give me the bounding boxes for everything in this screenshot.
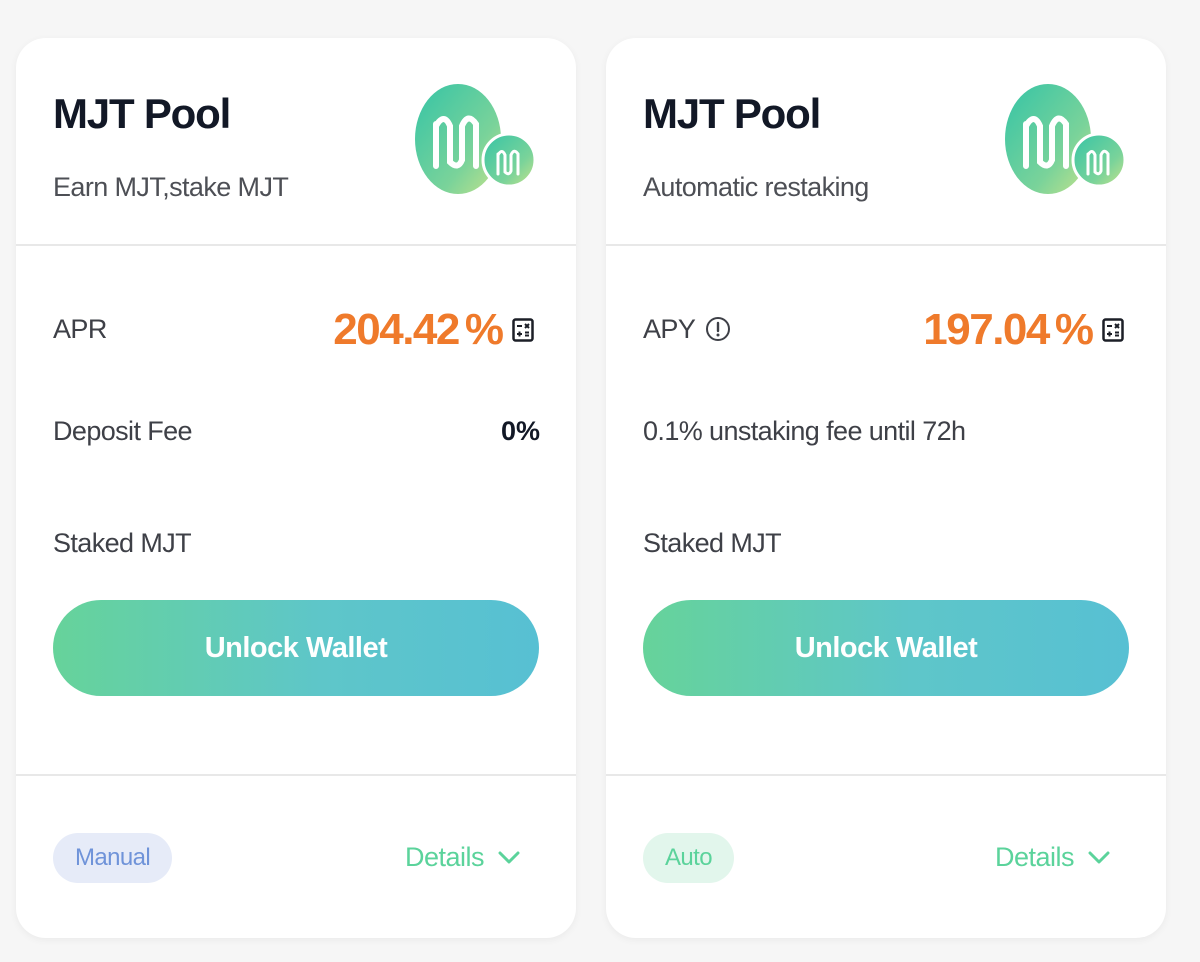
manual-badge: Manual <box>53 833 173 883</box>
staked-label: Staked MJT <box>53 528 192 558</box>
mjt-logo-icon <box>1005 84 1127 194</box>
pool-card-auto: MJT Pool Automatic restaking APY 197.04 … <box>606 38 1166 938</box>
card-body: APY 197.04 % 0.1% unstaking fee until 72… <box>606 248 1166 776</box>
pool-card-grid: MJT Pool Earn MJT,stake MJT APR 204.42 %… <box>0 0 1200 962</box>
deposit-fee-label: Deposit Fee <box>53 416 193 446</box>
details-toggle[interactable]: Details <box>405 842 520 873</box>
pool-card-manual: MJT Pool Earn MJT,stake MJT APR 204.42 %… <box>16 38 576 938</box>
details-label: Details <box>994 842 1075 872</box>
pool-subtitle: Automatic restaking <box>643 172 869 202</box>
apr-value: 204.42 <box>333 305 460 354</box>
apr-label: APR <box>53 314 107 344</box>
unlock-wallet-button[interactable]: Unlock Wallet <box>53 600 539 696</box>
staked-label: Staked MJT <box>643 528 782 558</box>
card-header: MJT Pool Earn MJT,stake MJT <box>16 38 576 246</box>
apy-value: 197.04 <box>923 305 1050 354</box>
apr-percent-sign: % <box>464 305 504 354</box>
deposit-fee-value: 0% <box>500 416 540 446</box>
apy-label: APY <box>643 314 731 345</box>
chevron-down-icon <box>498 851 520 863</box>
pool-title: MJT Pool <box>53 90 231 137</box>
chevron-down-icon <box>1088 851 1110 863</box>
card-footer: Manual Details <box>16 778 576 938</box>
apy-label-text: APY <box>643 314 696 344</box>
info-icon[interactable] <box>705 316 731 342</box>
mjt-logo-icon <box>415 84 537 194</box>
card-body: APR 204.42 % Deposit Fee 0% Staked MJT U… <box>16 248 576 776</box>
auto-badge: Auto <box>643 833 734 883</box>
details-label: Details <box>404 842 485 872</box>
pool-subtitle: Earn MJT,stake MJT <box>53 172 289 202</box>
unstaking-fee-note: 0.1% unstaking fee until 72h <box>643 416 966 446</box>
calculator-icon[interactable] <box>1102 318 1124 342</box>
apy-percent-sign: % <box>1054 305 1094 354</box>
pool-title: MJT Pool <box>643 90 821 137</box>
card-footer: Auto Details <box>606 778 1166 938</box>
apy-rate: 197.04 % <box>923 300 1124 360</box>
details-toggle[interactable]: Details <box>995 842 1110 873</box>
apr-rate: 204.42 % <box>333 300 534 360</box>
card-header: MJT Pool Automatic restaking <box>606 38 1166 246</box>
unlock-wallet-button[interactable]: Unlock Wallet <box>643 600 1129 696</box>
calculator-icon[interactable] <box>512 318 534 342</box>
